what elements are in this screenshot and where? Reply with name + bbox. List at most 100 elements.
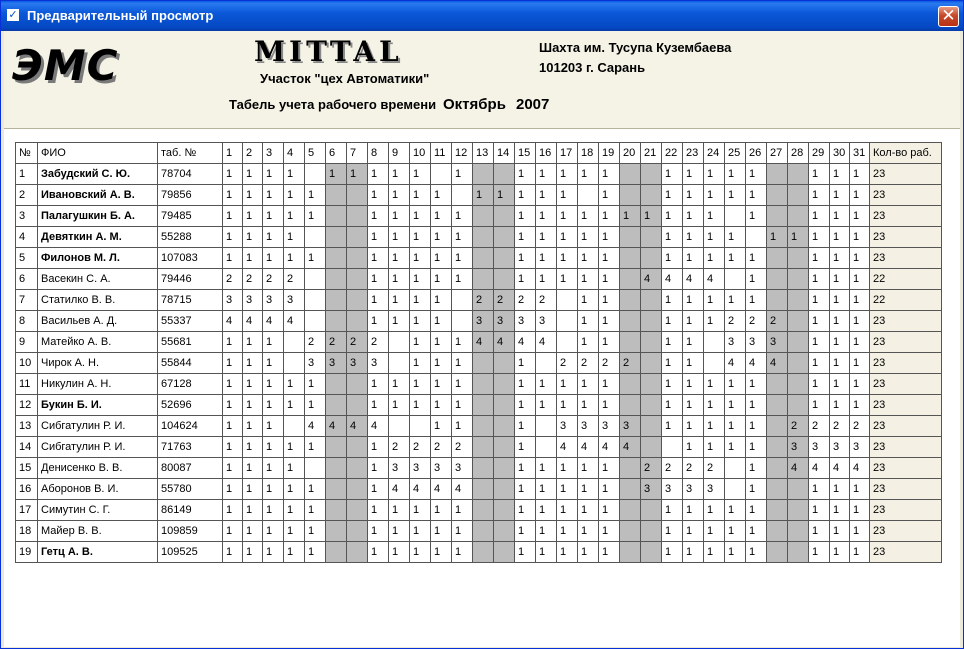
day-cell: 1 <box>514 352 536 374</box>
day-cell: 1 <box>724 289 746 311</box>
day-cell: 3 <box>661 478 683 500</box>
day-cell <box>724 268 746 290</box>
day-cell: 3 <box>325 352 347 374</box>
day-cell: 1 <box>661 163 683 185</box>
day-cell: 4 <box>493 331 515 353</box>
employee-name: Майер В. В. <box>37 520 158 542</box>
day-cell <box>325 394 347 416</box>
day-cell: 1 <box>703 394 725 416</box>
day-cell: 1 <box>514 478 536 500</box>
tab-number: 80087 <box>157 457 223 479</box>
close-button[interactable]: ✕ <box>938 6 959 27</box>
header-name: ФИО <box>37 142 158 164</box>
table-row: 14 Сибгатулин Р. И. 71763 1 1 1 1 1 1 2 2 2 2 1 4 4 4 4 1 1… <box>15 436 942 458</box>
day-cell <box>472 247 494 269</box>
day-cell: 1 <box>829 373 850 395</box>
day-cell: 3 <box>304 352 326 374</box>
employee-name: Сибгатулин Р. И. <box>37 436 158 458</box>
day-cell: 1 <box>304 184 326 206</box>
day-cell <box>787 184 809 206</box>
day-cell: 1 <box>556 520 578 542</box>
day-cell <box>472 352 494 374</box>
day-cell: 1 <box>535 205 557 227</box>
day-cell: 2 <box>388 436 410 458</box>
day-cell: 2 <box>262 268 284 290</box>
day-cell <box>304 289 326 311</box>
window-check-icon: ✓ <box>7 9 19 21</box>
tab-number: 79856 <box>157 184 223 206</box>
day-cell: 1 <box>430 520 452 542</box>
day-cell: 1 <box>472 184 494 206</box>
day-cell <box>346 289 368 311</box>
day-cell <box>346 394 368 416</box>
day-cell: 1 <box>430 541 452 563</box>
day-cell <box>640 541 662 563</box>
day-cell: 1 <box>598 520 620 542</box>
day-cell: 1 <box>514 415 536 437</box>
day-cell: 1 <box>262 373 284 395</box>
day-cell: 1 <box>808 268 830 290</box>
day-cell: 4 <box>367 415 389 437</box>
day-cell: 2 <box>619 352 641 374</box>
title-bar[interactable]: ✓ Предварительный просмотр ✕ <box>1 1 963 31</box>
day-cell: 1 <box>598 226 620 248</box>
day-cell: 1 <box>829 499 850 521</box>
row-num: 17 <box>15 499 38 521</box>
day-cell: 4 <box>472 331 494 353</box>
day-cell: 1 <box>661 520 683 542</box>
row-num: 19 <box>15 541 38 563</box>
day-cell <box>577 184 599 206</box>
day-cell: 1 <box>283 247 305 269</box>
day-cell <box>619 163 641 185</box>
day-cell: 1 <box>808 205 830 227</box>
header-total: Кол-во раб. <box>869 142 942 164</box>
day-cell: 1 <box>242 226 263 248</box>
day-cell: 1 <box>514 205 536 227</box>
day-cell <box>304 310 326 332</box>
day-cell: 4 <box>242 310 263 332</box>
day-cell <box>745 226 767 248</box>
day-cell <box>304 163 326 185</box>
day-cell: 1 <box>556 373 578 395</box>
day-cell <box>787 268 809 290</box>
row-num: 18 <box>15 520 38 542</box>
day-cell: 1 <box>682 352 704 374</box>
day-cell: 1 <box>661 373 683 395</box>
day-cell <box>556 331 578 353</box>
day-cell: 1 <box>808 541 830 563</box>
day-cell: 1 <box>367 457 389 479</box>
day-cell: 3 <box>242 289 263 311</box>
day-cell <box>619 541 641 563</box>
day-cell <box>619 310 641 332</box>
day-cell: 1 <box>451 373 473 395</box>
total-cell: 23 <box>869 373 942 395</box>
day-cell <box>640 352 662 374</box>
total-cell: 23 <box>869 226 942 248</box>
table-bottom-spacer <box>15 562 942 573</box>
day-cell: 1 <box>283 457 305 479</box>
day-cell: 3 <box>222 289 243 311</box>
employee-name: Никулин А. Н. <box>37 373 158 395</box>
day-cell <box>766 268 788 290</box>
day-cell: 1 <box>829 247 850 269</box>
day-cell: 4 <box>703 268 725 290</box>
day-cell: 1 <box>703 226 725 248</box>
day-cell: 1 <box>829 205 850 227</box>
day-cell: 2 <box>745 310 767 332</box>
day-cell: 1 <box>745 289 767 311</box>
day-cell: 1 <box>262 415 284 437</box>
day-cell <box>535 436 557 458</box>
day-cell: 1 <box>577 520 599 542</box>
day-cell <box>283 352 305 374</box>
day-cell: 2 <box>849 415 870 437</box>
day-cell: 1 <box>388 394 410 416</box>
day-cell <box>766 247 788 269</box>
day-cell: 1 <box>598 478 620 500</box>
day-cell: 2 <box>661 457 683 479</box>
day-cell: 1 <box>388 373 410 395</box>
day-cell: 1 <box>222 205 243 227</box>
tab-number: 79485 <box>157 205 223 227</box>
day-cell: 1 <box>262 226 284 248</box>
day-cell: 1 <box>577 331 599 353</box>
day-cell <box>619 226 641 248</box>
